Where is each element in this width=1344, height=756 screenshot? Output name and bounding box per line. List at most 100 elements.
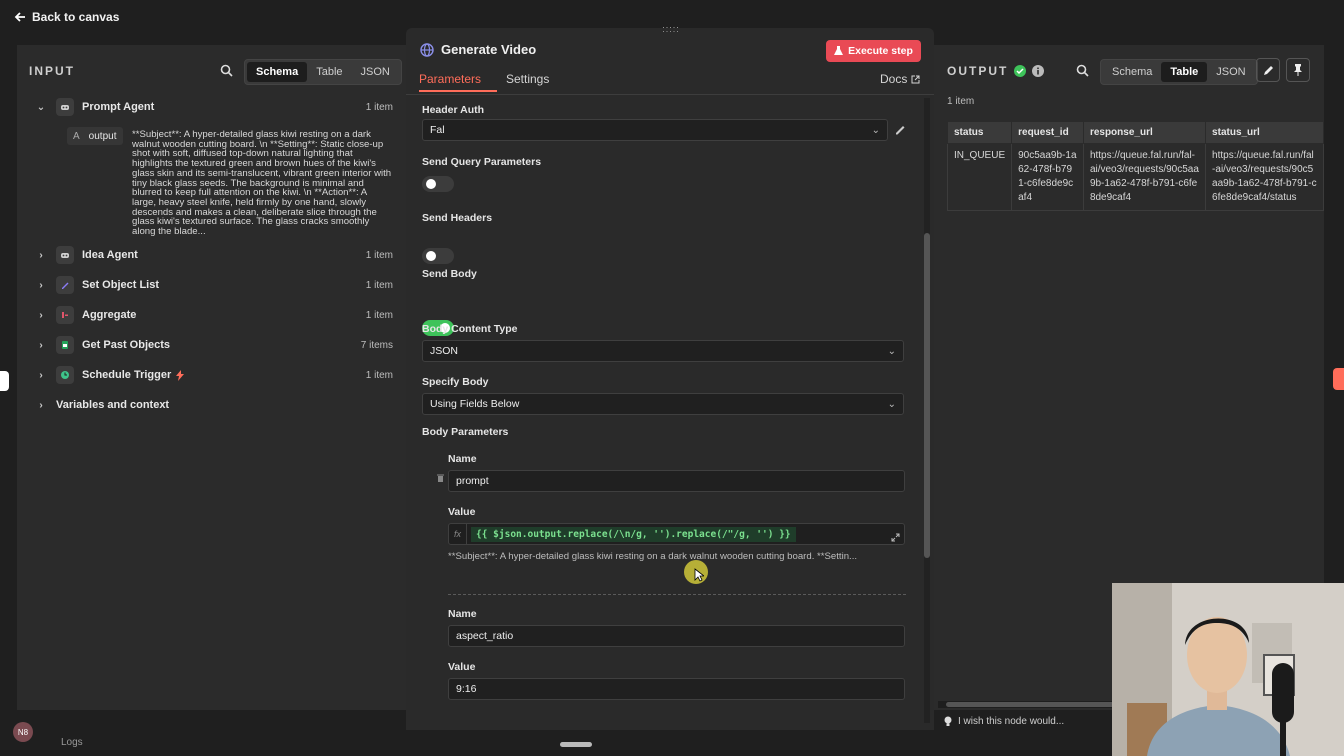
scrollbar-thumb[interactable] — [924, 233, 930, 558]
tab-settings[interactable]: Settings — [506, 72, 549, 86]
pencil-icon — [1263, 65, 1273, 75]
expression-text: {{ $json.output.replace(/\n/g, '').repla… — [471, 526, 796, 542]
back-to-canvas-button[interactable]: Back to canvas — [14, 10, 119, 24]
pencil-icon[interactable] — [894, 123, 906, 135]
tab-json[interactable]: JSON — [1207, 62, 1254, 82]
globe-icon — [420, 42, 434, 57]
field-name: output — [88, 130, 117, 142]
fx-icon: fx — [449, 524, 467, 544]
chevron-right-icon: › — [39, 339, 43, 351]
cell-request-id: 90c5aa9b-1a62-478f-b791-c6fe8de9caf4 — [1011, 143, 1084, 211]
input-view-tabs: Schema Table JSON — [244, 59, 402, 85]
tree-item-idea-agent[interactable]: › Idea Agent 1 item — [34, 240, 406, 270]
search-icon[interactable] — [1076, 64, 1089, 77]
tree-item-prompt-agent[interactable]: ⌄ Prompt Agent 1 item — [34, 92, 406, 122]
item-count: 1 item — [365, 249, 393, 261]
tree-item-schedule-trigger[interactable]: › Schedule Trigger 1 item — [34, 360, 406, 390]
specify-body-label: Specify Body — [422, 376, 489, 388]
tree-item-set-object-list[interactable]: › Set Object List 1 item — [34, 270, 406, 300]
column-header: status — [947, 121, 1013, 144]
output-view-tabs: Schema Table JSON — [1100, 59, 1258, 85]
output-item-count: 1 item — [947, 96, 975, 107]
tab-schema[interactable]: Schema — [1103, 62, 1161, 82]
specify-body-select[interactable]: Using Fields Below ⌄ — [422, 393, 904, 415]
output-header: OUTPUT — [947, 64, 1045, 78]
send-query-label: Send Query Parameters — [422, 156, 542, 168]
tab-table[interactable]: Table — [1161, 62, 1208, 82]
item-count: 7 items — [360, 339, 393, 351]
info-icon[interactable] — [1032, 65, 1045, 77]
param-value-input[interactable]: 9:16 — [448, 678, 905, 700]
resize-handle[interactable] — [560, 742, 592, 747]
robot-icon — [56, 246, 74, 264]
tree-item-label: Prompt Agent — [82, 101, 155, 113]
drag-handle-icon[interactable]: ::::: — [659, 24, 683, 34]
param-name-value: aspect_ratio — [456, 630, 514, 642]
input-panel: INPUT Schema Table JSON ⌄ Prompt Agent 1… — [17, 45, 406, 710]
specify-body-value: Using Fields Below — [430, 398, 520, 410]
header-auth-select[interactable]: Fal ⌄ — [422, 119, 888, 141]
execute-step-button[interactable]: Execute step — [826, 40, 921, 62]
modal-title: Generate Video — [441, 42, 537, 57]
pin-output-button[interactable] — [1286, 58, 1310, 82]
tree-item-label: Schedule Trigger — [82, 369, 172, 381]
field-pill-output[interactable]: A output — [67, 127, 123, 145]
output-table-wrap: status request_id response_url status_ur… — [947, 121, 1324, 211]
lightbulb-icon — [944, 716, 952, 726]
item-count: 1 item — [365, 369, 393, 381]
feedback-link[interactable]: I wish this node would... — [944, 716, 1064, 727]
tab-schema[interactable]: Schema — [247, 62, 308, 82]
expand-icon[interactable] — [891, 533, 900, 542]
webcam-overlay — [1112, 583, 1344, 756]
body-parameters-label: Body Parameters — [422, 426, 509, 438]
pencil-icon — [56, 276, 74, 294]
table-row: IN_QUEUE 90c5aa9b-1a62-478f-b791-c6fe8de… — [947, 143, 1324, 211]
param-value-expression[interactable]: fx {{ $json.output.replace(/\n/g, '').re… — [448, 523, 905, 545]
tab-json[interactable]: JSON — [352, 62, 399, 82]
tree-item-label: Aggregate — [82, 309, 137, 321]
docs-link[interactable]: Docs — [880, 72, 920, 86]
tree-item-get-past-objects[interactable]: › Get Past Objects 7 items — [34, 330, 406, 360]
scrollbar-track[interactable] — [924, 98, 930, 723]
param-divider — [448, 594, 906, 595]
body-content-type-select[interactable]: JSON ⌄ — [422, 340, 904, 362]
logs-label[interactable]: Logs — [61, 737, 83, 748]
chevron-down-icon: ⌄ — [887, 398, 896, 410]
back-label: Back to canvas — [32, 10, 120, 24]
mouse-pointer-icon — [694, 568, 704, 582]
tab-parameters[interactable]: Parameters — [419, 72, 481, 86]
arrow-left-icon — [14, 12, 25, 22]
item-count: 1 item — [365, 279, 393, 291]
chevron-right-icon: › — [39, 249, 43, 261]
chevron-right-icon: › — [39, 399, 43, 411]
send-query-toggle[interactable] — [422, 176, 454, 192]
param-name-value: prompt — [456, 475, 489, 487]
edit-output-button[interactable] — [1256, 58, 1280, 82]
tree-item-variables[interactable]: › Variables and context — [34, 390, 406, 420]
param-name-input[interactable]: aspect_ratio — [448, 625, 905, 647]
left-edge-handle[interactable] — [0, 371, 9, 391]
tree-item-aggregate[interactable]: › Aggregate 1 item — [34, 300, 406, 330]
expression-preview: **Subject**: A hyper-detailed glass kiwi… — [448, 551, 858, 562]
tree-item-label: Variables and context — [56, 399, 170, 411]
avatar[interactable]: N8 — [13, 722, 33, 742]
right-edge-handle[interactable] — [1333, 368, 1344, 390]
sheets-icon — [56, 336, 74, 354]
send-headers-toggle[interactable] — [422, 248, 454, 264]
horizontal-scrollbar[interactable] — [938, 701, 1118, 708]
chevron-down-icon: ⌄ — [887, 345, 896, 357]
tab-divider — [406, 94, 934, 95]
chevron-down-icon: ⌄ — [871, 124, 880, 136]
check-circle-icon — [1014, 65, 1027, 77]
param-name-input[interactable]: prompt — [448, 470, 905, 492]
tab-table[interactable]: Table — [307, 62, 351, 82]
param-name-label: Name — [448, 453, 477, 465]
chevron-right-icon: › — [39, 369, 43, 381]
tree-item-label: Get Past Objects — [82, 339, 171, 351]
body-content-type-value: JSON — [430, 345, 459, 357]
search-icon[interactable] — [220, 64, 233, 77]
flask-icon — [834, 46, 844, 55]
trash-icon[interactable] — [437, 474, 444, 482]
chevron-down-icon: ⌄ — [36, 101, 46, 113]
horizontal-scrollbar-thumb[interactable] — [946, 702, 1116, 707]
